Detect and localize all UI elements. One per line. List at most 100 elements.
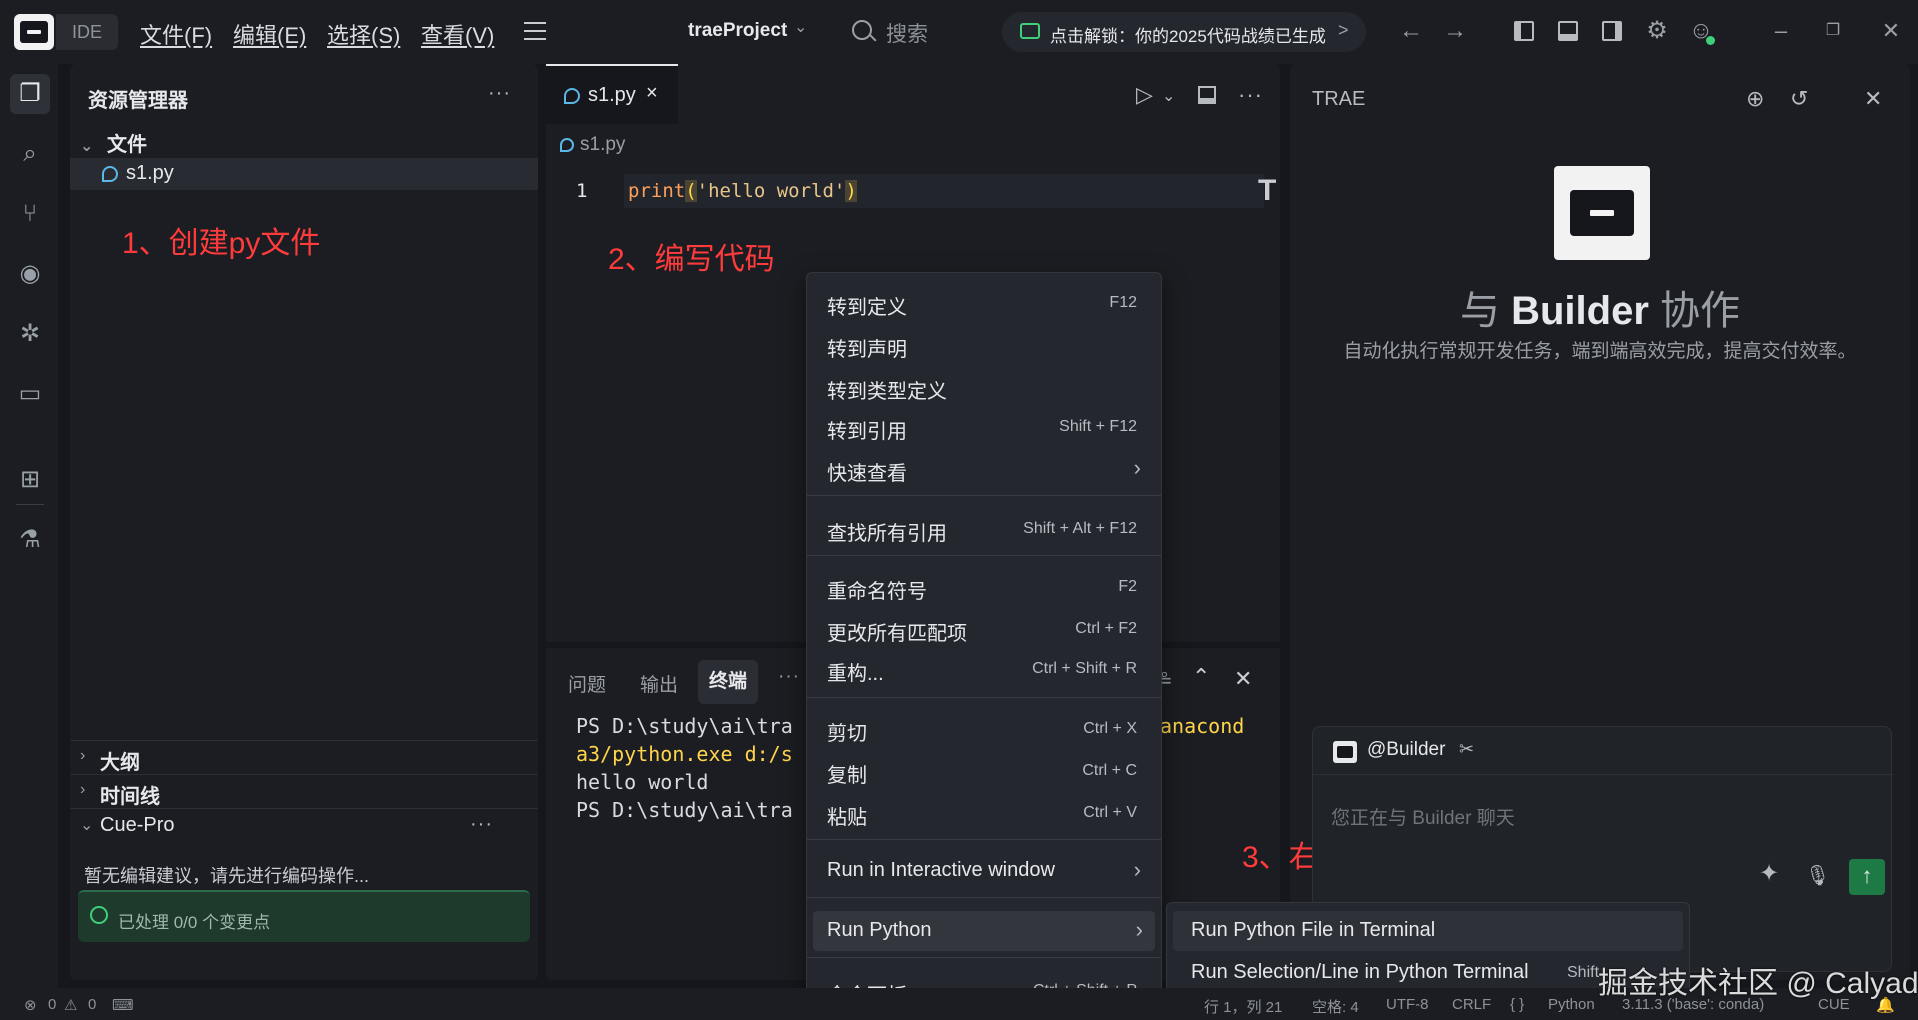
- promo-banner[interactable]: 点击解锁：你的2025代码战绩已生成 >: [1002, 12, 1366, 52]
- indentation[interactable]: 空格: 4: [1312, 996, 1359, 1017]
- menu-item-go-to-type-definition[interactable]: 转到类型定义: [807, 367, 1161, 407]
- menu-view[interactable]: 查看(V): [421, 18, 494, 50]
- sparkle-icon[interactable]: ✦: [1759, 859, 1779, 888]
- hamburger-menu-icon[interactable]: [524, 20, 546, 42]
- editor-tab[interactable]: s1.py ×: [546, 64, 678, 124]
- close-panel-icon[interactable]: ✕: [1864, 86, 1882, 112]
- more-actions-icon[interactable]: ···: [488, 82, 511, 105]
- ide-mode-badge[interactable]: IDE: [56, 14, 118, 50]
- menu-item-rename-symbol[interactable]: 重命名符号 F2: [807, 567, 1161, 607]
- remote-icon[interactable]: ▭: [10, 374, 50, 414]
- microphone-icon[interactable]: 🎙: [1805, 863, 1830, 888]
- menu-item-peek[interactable]: 快速查看 ›: [807, 449, 1161, 489]
- project-name[interactable]: traeProject: [688, 20, 787, 42]
- trae-logo-icon[interactable]: [14, 14, 54, 50]
- testing-flask-icon[interactable]: ⚗: [10, 520, 50, 560]
- error-icon[interactable]: ⊗: [24, 996, 37, 1014]
- timeline-section-header[interactable]: › 时间线: [70, 774, 538, 808]
- menu-item-change-all-occurrences[interactable]: 更改所有匹配项 Ctrl + F2: [807, 609, 1161, 649]
- chevron-down-icon[interactable]: ⌄: [794, 17, 807, 37]
- menu-item-label: 快速查看: [827, 463, 907, 485]
- scrollbar-marker[interactable]: T: [1258, 174, 1276, 208]
- search-input[interactable]: 搜索: [886, 18, 928, 48]
- close-tab-icon[interactable]: ×: [646, 82, 658, 105]
- keyboard-icon[interactable]: ⌨: [112, 996, 134, 1014]
- menu-item-shortcut: Shift + Alt + F12: [1023, 520, 1137, 537]
- tab-problems[interactable]: 问题: [568, 670, 606, 697]
- error-count[interactable]: 0: [48, 996, 56, 1013]
- source-control-icon[interactable]: ⑂: [10, 194, 50, 234]
- menu-item-run-interactive[interactable]: Run in Interactive window ›: [807, 851, 1161, 891]
- menu-item-cut[interactable]: 剪切 Ctrl + X: [807, 709, 1161, 749]
- menu-item-go-to-declaration[interactable]: 转到声明: [807, 325, 1161, 365]
- menu-item-label: 转到类型定义: [827, 381, 947, 403]
- chevron-down-icon[interactable]: ⌄: [1162, 86, 1175, 106]
- language-mode[interactable]: Python: [1548, 996, 1595, 1013]
- menu-item-refactor[interactable]: 重构... Ctrl + Shift + R: [807, 649, 1161, 689]
- builder-agent-icon: [1333, 741, 1357, 763]
- new-chat-icon[interactable]: ⊕: [1746, 86, 1764, 112]
- outline-section-header[interactable]: › 大纲: [70, 740, 538, 774]
- toggle-sidebar-icon[interactable]: [1514, 21, 1534, 41]
- menu-item-go-to-definition[interactable]: 转到定义 F12: [807, 283, 1161, 323]
- split-editor-icon[interactable]: [1198, 86, 1216, 104]
- menu-item-label: Run Python File in Terminal: [1191, 919, 1436, 941]
- restore-icon[interactable]: ❐: [1818, 16, 1848, 46]
- more-actions-icon[interactable]: ···: [778, 666, 800, 688]
- send-button[interactable]: ↑: [1849, 859, 1885, 895]
- encoding[interactable]: UTF-8: [1386, 996, 1429, 1013]
- line-ending[interactable]: CRLF: [1452, 996, 1491, 1013]
- back-arrow-icon[interactable]: ←: [1398, 18, 1424, 44]
- more-actions-icon[interactable]: ···: [1238, 82, 1263, 108]
- close-panel-icon[interactable]: ✕: [1234, 666, 1252, 692]
- menu-edit[interactable]: 编辑(E): [233, 18, 306, 50]
- watch-icon[interactable]: ◉: [10, 254, 50, 294]
- menu-item-find-all-references[interactable]: 查找所有引用 Shift + Alt + F12: [807, 509, 1161, 549]
- menu-item-run-python[interactable]: Run Python ›: [813, 911, 1155, 951]
- menu-file[interactable]: 文件(F): [140, 18, 212, 50]
- heading-prefix: 与: [1459, 289, 1500, 333]
- search-files-icon[interactable]: ⌕: [10, 134, 50, 174]
- minimize-icon[interactable]: –: [1766, 16, 1796, 46]
- agent-mention[interactable]: @Builder: [1367, 739, 1445, 761]
- files-section-header[interactable]: ⌄ 文件: [80, 128, 147, 157]
- menu-item-go-to-references[interactable]: 转到引用 Shift + F12: [807, 407, 1161, 447]
- activity-bar: ❐ ⌕ ⑂ ◉ ✲ ▭ ⊞ ⚗: [0, 64, 58, 988]
- menu-item-run-file-in-terminal[interactable]: Run Python File in Terminal: [1173, 911, 1683, 951]
- menu-item-shortcut: Ctrl + C: [1082, 762, 1137, 779]
- close-window-icon[interactable]: ✕: [1876, 16, 1906, 46]
- gear-icon[interactable]: ⚙: [1644, 18, 1670, 44]
- toggle-panel-icon[interactable]: [1558, 21, 1578, 41]
- breadcrumb[interactable]: s1.py: [580, 134, 625, 156]
- cue-pro-section-header[interactable]: ⌄ Cue-Pro ···: [70, 808, 538, 842]
- menu-item-paste[interactable]: 粘贴 Ctrl + V: [807, 793, 1161, 833]
- warning-count[interactable]: 0: [88, 996, 96, 1013]
- braces-icon[interactable]: { }: [1510, 996, 1524, 1013]
- run-icon[interactable]: ▷: [1136, 82, 1153, 108]
- more-actions-icon[interactable]: ···: [470, 813, 493, 836]
- chevron-right-icon: ›: [80, 747, 86, 764]
- builder-logo-icon: [1554, 166, 1650, 260]
- menu-item-copy[interactable]: 复制 Ctrl + C: [807, 751, 1161, 791]
- terminal-line: PS D:\study\ai\tra: [576, 714, 793, 738]
- extensions-icon[interactable]: ⊞: [10, 460, 50, 500]
- tab-terminal[interactable]: 终端: [698, 660, 758, 704]
- debug-icon[interactable]: ✲: [10, 314, 50, 354]
- chevron-right-icon: ›: [80, 781, 86, 798]
- file-tree-item[interactable]: s1.py: [70, 158, 538, 190]
- menu-selection[interactable]: 选择(S): [327, 18, 400, 50]
- chat-textarea[interactable]: 您正在与 Builder 聊天: [1331, 803, 1515, 830]
- title-bar: IDE 文件(F) 编辑(E) 选择(S) 查看(V) traeProject …: [0, 0, 1918, 64]
- history-icon[interactable]: ↺: [1790, 86, 1808, 112]
- tools-icon[interactable]: ✂: [1459, 739, 1474, 760]
- cue-status-bar[interactable]: 已处理 0/0 个变更点: [78, 890, 530, 942]
- maximize-panel-icon[interactable]: ⌃: [1192, 664, 1210, 690]
- warning-icon[interactable]: ⚠: [64, 996, 77, 1014]
- explorer-icon[interactable]: ❐: [10, 74, 50, 114]
- tab-output[interactable]: 输出: [640, 670, 678, 697]
- cursor-position[interactable]: 行 1，列 21: [1204, 996, 1282, 1017]
- search-icon[interactable]: [852, 20, 872, 40]
- forward-arrow-icon[interactable]: →: [1442, 18, 1468, 44]
- code-line[interactable]: print('hello world'): [628, 180, 857, 202]
- toggle-right-panel-icon[interactable]: [1602, 21, 1622, 41]
